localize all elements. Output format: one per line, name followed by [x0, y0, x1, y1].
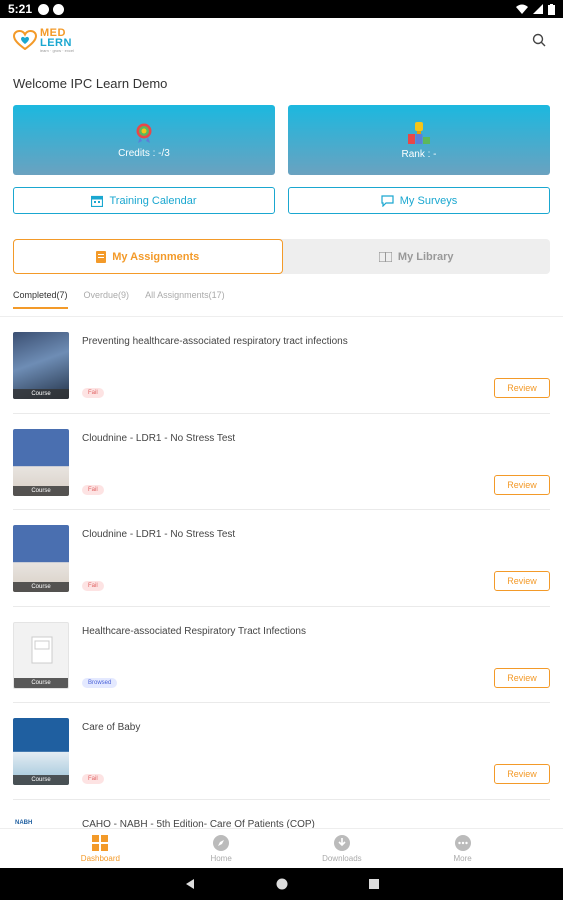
- training-calendar-label: Training Calendar: [109, 194, 197, 207]
- welcome-text: Welcome IPC Learn Demo: [13, 76, 168, 91]
- course-thumbnail: Course: [13, 428, 69, 496]
- document-placeholder-icon: [31, 636, 53, 663]
- nav-downloads-label: Downloads: [322, 853, 362, 863]
- assignment-title: Healthcare-associated Respiratory Tract …: [82, 625, 306, 637]
- status-badge: Fail: [82, 484, 104, 495]
- logo-tagline: learn · grow · excel: [40, 47, 75, 53]
- tab-my-library-label: My Library: [397, 250, 454, 263]
- thumbnail-caption: Course: [14, 677, 68, 688]
- nav-home-label: Home: [210, 853, 232, 863]
- assignment-icon: [96, 250, 107, 263]
- tab-my-assignments-label: My Assignments: [112, 250, 200, 263]
- app-bar: MED LERN learn · grow · excel: [0, 18, 563, 62]
- status-badge: Fail: [82, 774, 104, 784]
- nav-dashboard[interactable]: Dashboard: [60, 829, 140, 868]
- bottom-navigation: Dashboard Home Downloads More: [0, 828, 563, 868]
- dashboard-icon: [92, 834, 109, 851]
- system-navigation-bar: [0, 868, 563, 900]
- nav-home[interactable]: Home: [181, 829, 261, 868]
- status-badge: Fail: [82, 581, 104, 591]
- review-button[interactable]: Review: [494, 667, 550, 688]
- medlern-logo: MED LERN learn · grow · excel: [13, 26, 75, 53]
- thumbnail-caption: Course: [13, 485, 69, 496]
- my-surveys-label: My Surveys: [399, 194, 458, 207]
- nav-dashboard-label: Dashboard: [80, 853, 120, 863]
- course-thumbnail: Course: [13, 718, 69, 785]
- download-icon: [333, 834, 350, 851]
- calendar-icon: [91, 195, 104, 207]
- status-time: 5:21: [8, 2, 33, 16]
- heart-logo-icon: [13, 30, 37, 50]
- thumbnail-caption: Course: [13, 582, 69, 592]
- status-bar: 5:21: [0, 0, 563, 18]
- course-thumbnail: Course: [13, 525, 69, 592]
- survey-chat-icon: [381, 194, 394, 207]
- battery-icon: [548, 3, 555, 15]
- tab-my-assignments[interactable]: My Assignments: [13, 239, 283, 274]
- rank-label: Rank : -: [401, 148, 437, 160]
- review-button[interactable]: Review: [494, 378, 550, 398]
- notification-icon: [38, 3, 50, 15]
- logo-text-med: MED: [40, 26, 66, 39]
- signal-icon: [533, 4, 543, 14]
- assignment-filter-tabs: Completed(7) Overdue(9) All Assignments(…: [13, 290, 225, 309]
- list-item[interactable]: Course Healthcare-associated Respiratory…: [13, 607, 550, 703]
- list-item[interactable]: NABH CAHO - NABH - 5th Edition- Care Of …: [13, 800, 550, 830]
- tab-my-library[interactable]: My Library: [283, 239, 551, 274]
- assignment-title: Preventing healthcare-associated respira…: [82, 336, 348, 347]
- status-badge: Browsed: [82, 677, 118, 688]
- medal-icon: [136, 123, 152, 143]
- back-icon[interactable]: [184, 878, 196, 890]
- app-notification-icon: [53, 3, 65, 15]
- search-icon: [532, 33, 546, 47]
- more-icon: [454, 834, 471, 851]
- credits-card[interactable]: Credits : -/3: [13, 105, 275, 175]
- assignment-title: Cloudnine - LDR1 - No Stress Test: [82, 432, 236, 444]
- my-surveys-button[interactable]: My Surveys: [288, 187, 550, 214]
- training-calendar-button[interactable]: Training Calendar: [13, 187, 275, 214]
- assignment-title: Cloudnine - LDR1 - No Stress Test: [82, 529, 236, 540]
- main-tabs: My Assignments My Library: [13, 239, 550, 274]
- search-button[interactable]: [528, 29, 550, 51]
- home-circle-icon[interactable]: [276, 878, 288, 890]
- wifi-icon: [516, 4, 528, 14]
- subtab-overdue[interactable]: Overdue(9): [84, 290, 130, 309]
- library-icon: [378, 251, 392, 262]
- credits-label: Credits : -/3: [118, 147, 170, 159]
- subtab-completed[interactable]: Completed(7): [13, 290, 68, 309]
- review-button[interactable]: Review: [494, 764, 550, 784]
- recents-icon[interactable]: [368, 878, 380, 890]
- list-item[interactable]: Course Care of Baby Fail Review: [13, 703, 550, 800]
- review-button[interactable]: Review: [494, 474, 550, 495]
- nav-downloads[interactable]: Downloads: [302, 829, 382, 868]
- thumbnail-caption: Course: [13, 775, 69, 785]
- compass-icon: [213, 834, 230, 851]
- logo-text-lern: LERN: [40, 36, 72, 49]
- course-thumbnail: Course: [13, 332, 69, 399]
- trophy-icon: [408, 121, 430, 144]
- status-badge: Fail: [82, 388, 104, 398]
- thumbnail-caption: Course: [13, 389, 69, 399]
- list-item[interactable]: Course Cloudnine - LDR1 - No Stress Test…: [13, 510, 550, 607]
- nav-more[interactable]: More: [423, 829, 503, 868]
- course-thumbnail: Course: [13, 621, 69, 689]
- assignment-title: Care of Baby: [82, 722, 141, 733]
- review-button[interactable]: Review: [494, 571, 550, 591]
- subtab-all-assignments[interactable]: All Assignments(17): [145, 290, 225, 309]
- rank-card[interactable]: Rank : -: [288, 105, 550, 175]
- list-item[interactable]: Course Cloudnine - LDR1 - No Stress Test…: [13, 414, 550, 510]
- assignment-list: Course Preventing healthcare-associated …: [0, 317, 563, 830]
- nav-more-label: More: [453, 853, 472, 863]
- list-item[interactable]: Course Preventing healthcare-associated …: [13, 317, 550, 414]
- nabh-thumbnail-label: NABH: [15, 819, 33, 826]
